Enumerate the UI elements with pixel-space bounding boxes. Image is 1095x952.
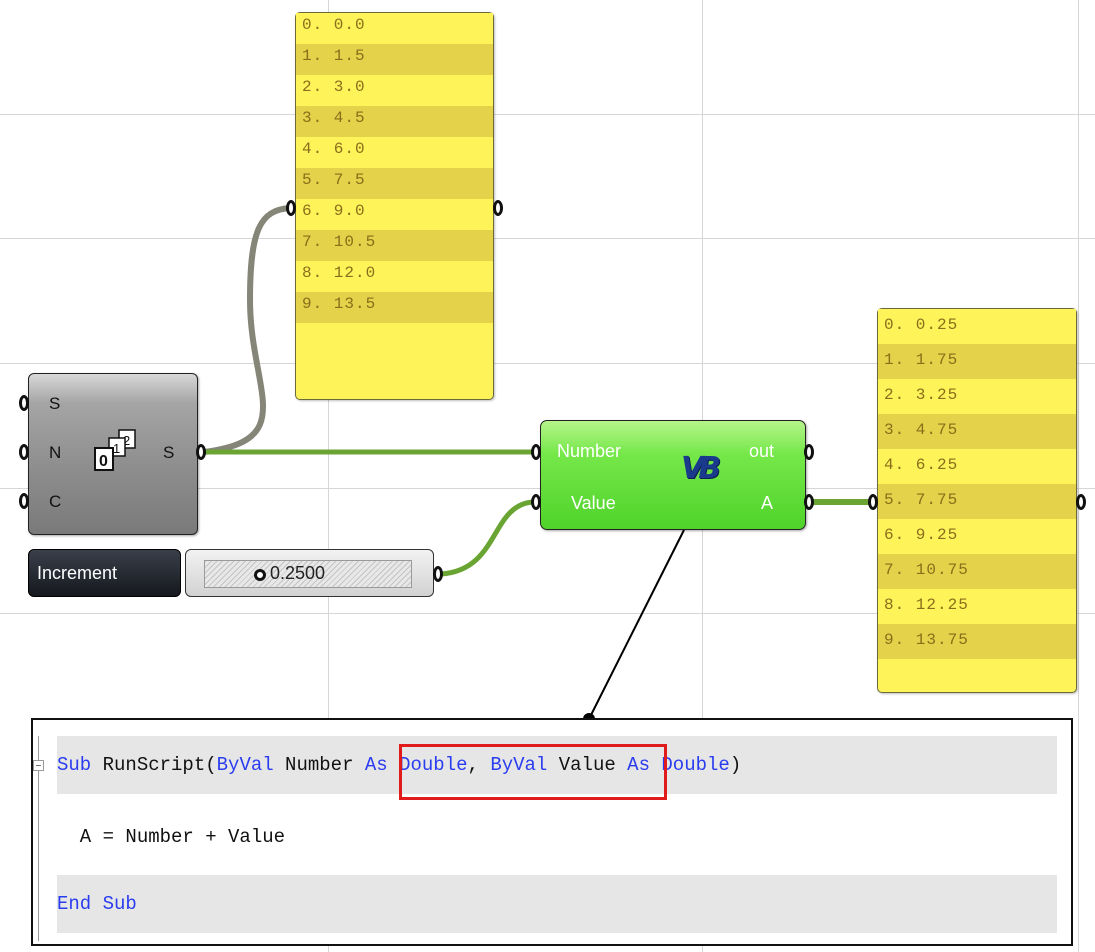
- vb-output-a-label: A: [761, 493, 774, 513]
- vb-input-number-grip[interactable]: [531, 444, 541, 460]
- code-keyword: As: [364, 754, 388, 776]
- panel-row: 6. 9.0: [296, 199, 493, 230]
- vb-script-icon: VB: [681, 451, 721, 486]
- series-icon: 2 1 0: [94, 429, 136, 471]
- svg-text:1: 1: [113, 441, 120, 456]
- panel-row: 1. 1.75: [878, 344, 1076, 379]
- panel-row: 2. 3.25: [878, 379, 1076, 414]
- panel-row: 4. 6.25: [878, 449, 1076, 484]
- panel-row: 0. 0.0: [296, 13, 493, 44]
- code-line-assignment[interactable]: A = Number + Value: [57, 808, 1057, 866]
- svg-text:0: 0: [99, 453, 108, 470]
- series-input-step-label: N: [49, 443, 62, 462]
- panel-row: 9. 13.75: [878, 624, 1076, 659]
- vb-output-out-grip[interactable]: [804, 444, 814, 460]
- panel-result-input-grip[interactable]: [868, 494, 878, 510]
- vb-input-value-grip[interactable]: [531, 494, 541, 510]
- panel-row: 3. 4.5: [296, 106, 493, 137]
- panel-result-output[interactable]: 0. 0.25 1. 1.75 2. 3.25 3. 4.75 4. 6.25 …: [877, 308, 1077, 693]
- code-keyword: Sub: [102, 893, 137, 915]
- code-keyword: Double: [661, 754, 730, 776]
- slider-output-grip[interactable]: [433, 566, 443, 582]
- code-keyword: Sub: [57, 754, 92, 776]
- panel-row: 1. 1.5: [296, 44, 493, 75]
- number-slider[interactable]: 0.2500: [185, 549, 434, 597]
- panel-row: 5. 7.75: [878, 484, 1076, 519]
- panel-row: 7. 10.75: [878, 554, 1076, 589]
- vb-output-out-label: out: [749, 441, 775, 461]
- code-text: RunScript(: [91, 754, 217, 776]
- panel-row: 8. 12.25: [878, 589, 1076, 624]
- series-output-grip[interactable]: [196, 444, 206, 460]
- panel-row: 7. 10.5: [296, 230, 493, 261]
- panel-row: 4. 6.0: [296, 137, 493, 168]
- panel-series-output-grip[interactable]: [493, 200, 503, 216]
- panel-row: 6. 9.25: [878, 519, 1076, 554]
- fold-guide: [38, 736, 39, 760]
- vb-input-value-label: Value: [571, 493, 616, 513]
- slider-name-label[interactable]: Increment: [28, 549, 181, 597]
- series-input-count-grip[interactable]: [19, 493, 29, 509]
- code-editor[interactable]: Sub RunScript(ByVal Number As Double, By…: [31, 718, 1073, 946]
- series-input-start-label: S: [49, 394, 61, 413]
- collapse-icon[interactable]: [33, 760, 44, 771]
- series-input-count-label: C: [49, 492, 62, 511]
- highlight-box: [399, 744, 667, 800]
- slider-value: 0.2500: [270, 563, 326, 583]
- panel-row: 9. 13.5: [296, 292, 493, 323]
- code-keyword: End: [57, 893, 92, 915]
- series-input-start-grip[interactable]: [19, 395, 29, 411]
- slider-knob[interactable]: [254, 569, 266, 581]
- code-line-end-sub[interactable]: End Sub: [57, 875, 1057, 933]
- wire-series-to-panel: [203, 205, 291, 455]
- wire-slider-to-value: [440, 499, 534, 577]
- panel-series-output[interactable]: 0. 0.0 1. 1.5 2. 3.0 3. 4.5 4. 6.0 5. 7.…: [295, 12, 494, 400]
- connector-vb-to-code: [588, 529, 685, 720]
- series-component[interactable]: S N C S 2 1 0: [28, 373, 198, 535]
- panel-result-output-grip[interactable]: [1076, 494, 1086, 510]
- series-input-step-grip[interactable]: [19, 444, 29, 460]
- panel-row: 2. 3.0: [296, 75, 493, 106]
- code-keyword: ByVal: [216, 754, 274, 776]
- code-text: Number: [273, 754, 365, 776]
- series-output-label: S: [163, 443, 175, 462]
- fold-guide: [38, 771, 39, 941]
- vb-script-component[interactable]: Number Value out A VB: [540, 420, 806, 530]
- panel-row: 3. 4.75: [878, 414, 1076, 449]
- panel-series-input-grip[interactable]: [286, 200, 296, 216]
- vb-input-number-label: Number: [557, 441, 622, 461]
- code-text: ): [729, 754, 742, 776]
- panel-row: 8. 12.0: [296, 261, 493, 292]
- panel-row: 5. 7.5: [296, 168, 493, 199]
- panel-row: 0. 0.25: [878, 309, 1076, 344]
- vb-output-a-grip[interactable]: [804, 494, 814, 510]
